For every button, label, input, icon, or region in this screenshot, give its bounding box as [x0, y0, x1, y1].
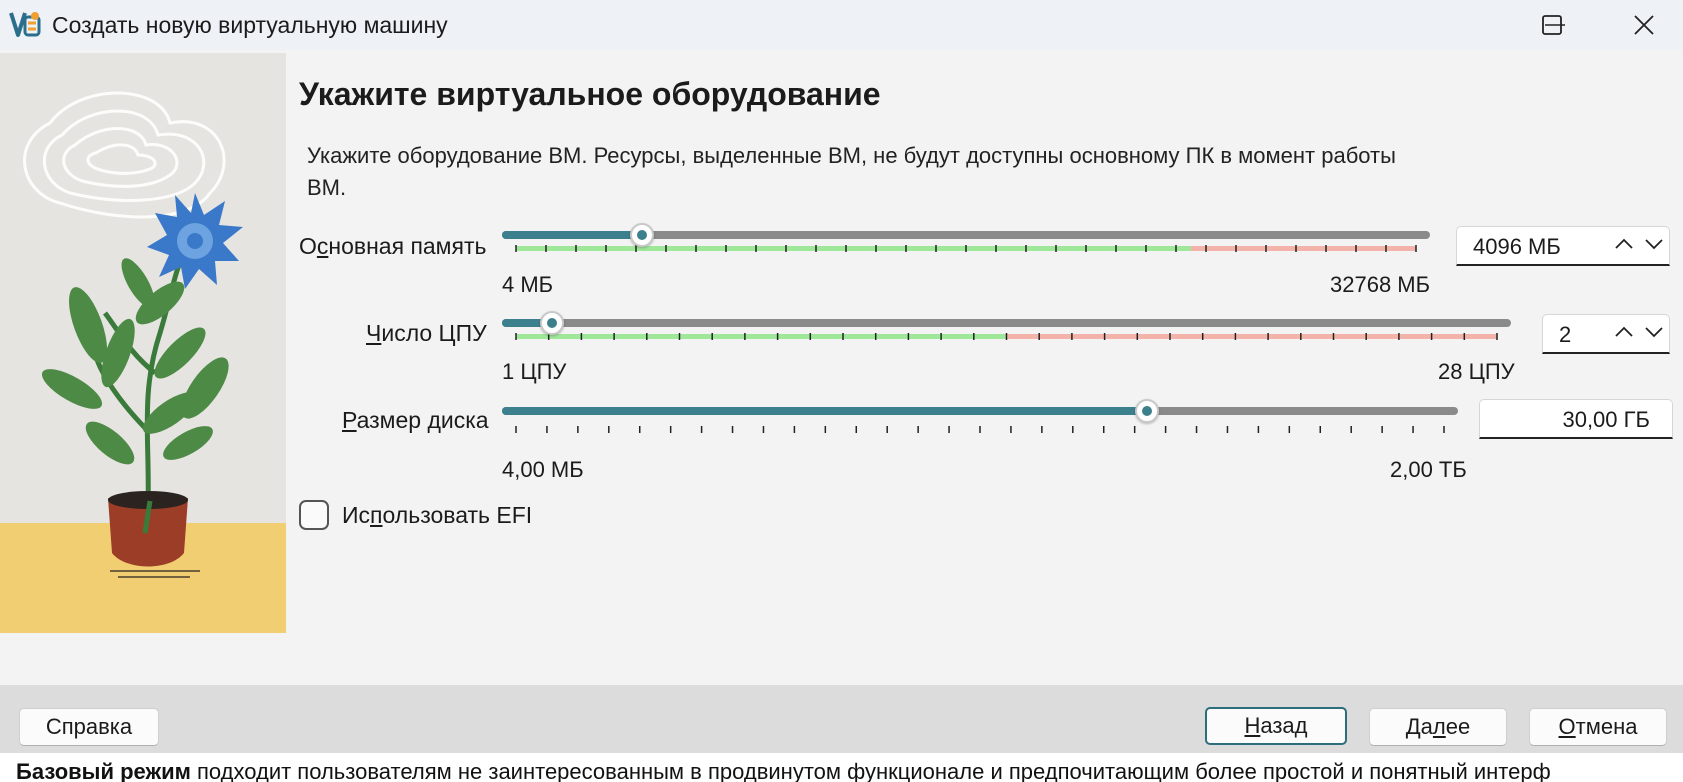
- slider-ticks: [515, 333, 1498, 340]
- page-heading: Укажите виртуальное оборудование: [299, 76, 881, 112]
- slider-fill: [502, 407, 1148, 415]
- disk-label: Размер диска: [342, 407, 489, 433]
- page-description: Укажите оборудование ВМ. Ресурсы, выделе…: [307, 143, 1396, 200]
- chevron-down-icon[interactable]: [1643, 236, 1665, 252]
- back-button[interactable]: Назад: [1205, 707, 1347, 745]
- disk-value: 30,00 ГБ: [1562, 407, 1650, 432]
- close-icon: [1634, 15, 1654, 35]
- chevron-down-icon[interactable]: [1643, 324, 1665, 340]
- disk-slider-thumb[interactable]: [1135, 399, 1160, 423]
- disk-slider[interactable]: [502, 399, 1458, 447]
- memory-slider-thumb[interactable]: [630, 223, 654, 247]
- background-page-text: Базовый режим подходит пользователям не …: [16, 759, 1551, 782]
- virtualbox-app-icon: [9, 12, 41, 37]
- next-button[interactable]: Да л ее: [1369, 708, 1507, 746]
- cpu-slider[interactable]: [502, 311, 1511, 359]
- efi-checkbox[interactable]: [299, 500, 329, 530]
- cpu-spinbox[interactable]: 2: [1542, 314, 1670, 354]
- window-title: Создать новую виртуальную машину: [52, 12, 448, 38]
- memory-min-label: 4 МБ: [502, 272, 554, 297]
- memory-max-label: 32768 МБ: [1330, 272, 1431, 297]
- maximize-icon: [1542, 15, 1562, 35]
- slider-fill: [502, 231, 642, 239]
- disk-max-label: 2,00 ТБ: [1390, 457, 1467, 482]
- cpu-value: 2: [1559, 322, 1572, 347]
- title-bar: Создать новую виртуальную машину: [0, 0, 1683, 50]
- chevron-up-icon[interactable]: [1613, 324, 1635, 340]
- cpu-max-label: 28 ЦПУ: [1438, 359, 1515, 384]
- cpu-label: Число ЦПУ: [366, 320, 487, 346]
- cancel-button[interactable]: Отмена: [1529, 708, 1667, 746]
- slider-track: [502, 319, 1511, 327]
- memory-label: Основная память: [299, 233, 487, 259]
- chevron-up-icon[interactable]: [1613, 236, 1635, 252]
- button-bar: Справка Назад Да л ее Отмена: [0, 685, 1683, 753]
- maximize-button-area[interactable]: [1506, 0, 1598, 50]
- disk-size-field[interactable]: 30,00 ГБ: [1479, 399, 1673, 439]
- slider-ticks: [515, 426, 1445, 433]
- close-button[interactable]: [1598, 0, 1683, 50]
- plant-illustration: [0, 53, 286, 633]
- memory-value: 4096 МБ: [1473, 234, 1561, 259]
- efi-checkbox-label[interactable]: Использовать EFI: [342, 502, 532, 529]
- disk-min-label: 4,00 МБ: [502, 457, 584, 482]
- background-page-strip: Базовый режим подходит пользователям не …: [0, 753, 1683, 782]
- help-button[interactable]: Справка: [19, 708, 159, 746]
- cpu-min-label: 1 ЦПУ: [502, 359, 567, 384]
- memory-slider[interactable]: [502, 223, 1430, 271]
- memory-spinbox[interactable]: 4096 МБ: [1456, 226, 1670, 266]
